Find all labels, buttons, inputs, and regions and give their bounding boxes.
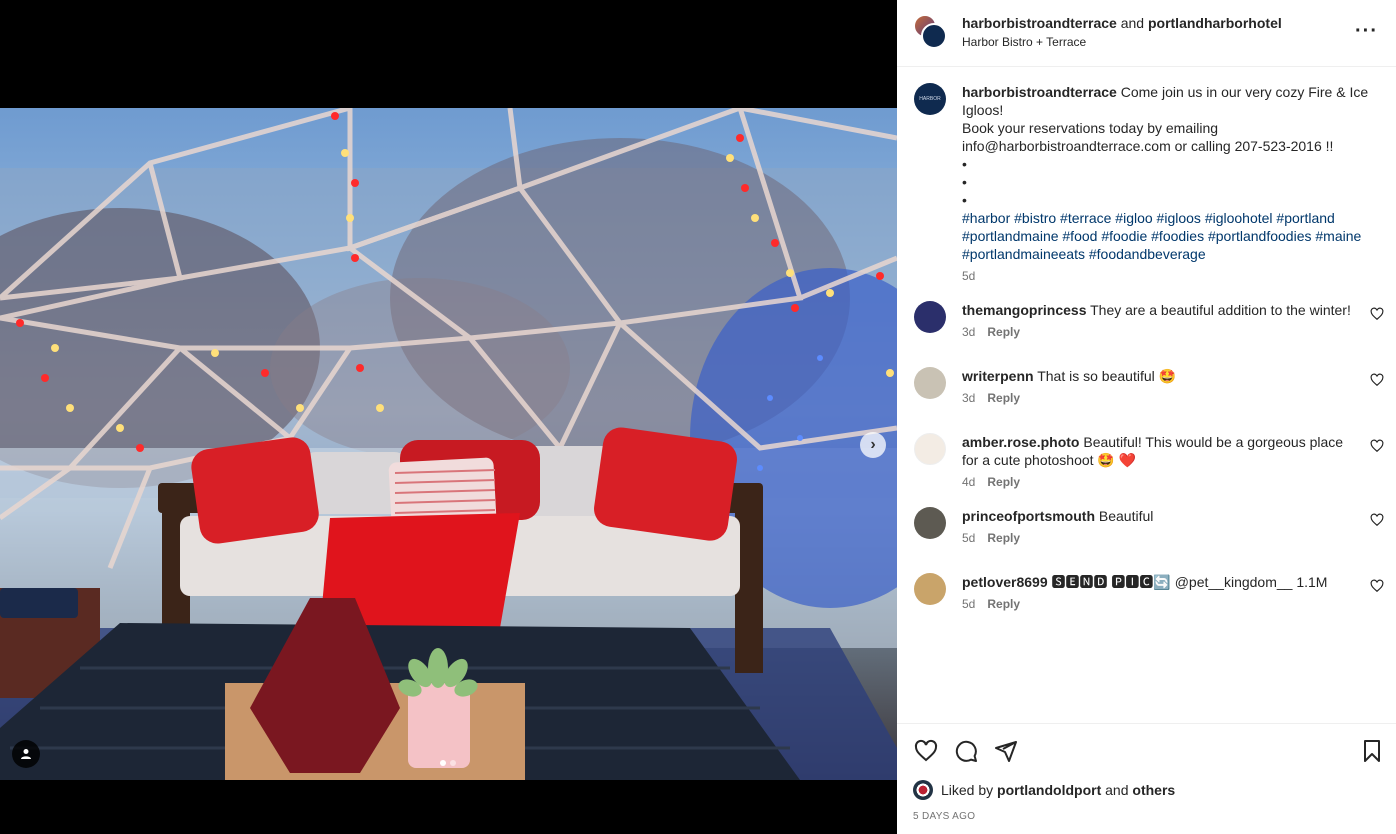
like-heart-icon[interactable] [914,739,938,763]
avatar[interactable] [914,301,946,333]
comment: themangoprincess They are a beautiful ad… [897,301,1396,349]
caption-bullet: • [962,156,967,172]
comment-username[interactable]: writerpenn [962,368,1034,384]
caption: HARBOR harborbistroandterrace Come join … [897,67,1396,283]
caption-line-2: Book your reservations today by emailing… [962,120,1334,154]
heart-icon[interactable] [1370,307,1384,321]
heart-icon[interactable] [1370,579,1384,593]
avatar[interactable] [913,780,933,800]
post-detail-panel: harborbistroandterrace and portlandharbo… [897,0,1396,834]
avatar[interactable] [914,507,946,539]
comments-scroll[interactable]: HARBOR harborbistroandterrace Come join … [897,67,1396,723]
avatar[interactable] [914,367,946,399]
caption-hashtags[interactable]: #harbor #bistro #terrace #igloo #igloos … [962,209,1380,263]
reply-button[interactable]: Reply [987,531,1020,545]
heart-icon[interactable] [1370,513,1384,527]
liked-by-middle: and [1101,782,1133,798]
post-timestamp: 5 DAYS AGO [913,811,976,822]
comment-time: 4d [962,475,976,489]
collaborator-username[interactable]: portlandharborhotel [1148,15,1282,31]
heart-icon[interactable] [1370,373,1384,387]
liked-by-user[interactable]: portlandoldport [997,782,1101,798]
comment-text: 🆂🅴🅽🅳 🅿🅸🅲🔄 @pet__kingdom__ 1.1M [1047,574,1328,590]
comment-time: 5d [962,597,976,611]
carousel-dot [450,760,456,766]
tagged-users-button[interactable] [12,740,40,768]
liked-by: Liked by portlandoldport and others [913,780,1175,800]
comment: princeofportsmouth Beautiful 5d Reply [897,507,1396,555]
avatar[interactable] [914,573,946,605]
author-connector: and [1116,15,1148,31]
user-icon [21,749,31,759]
location-link[interactable]: Harbor Bistro + Terrace [962,35,1086,49]
igloo-scene [0,108,897,780]
comment-time: 5d [962,531,976,545]
heart-icon[interactable] [1370,439,1384,453]
post-photo[interactable] [0,108,897,780]
save-bookmark-icon[interactable] [1360,739,1384,763]
liked-by-others[interactable]: others [1132,782,1175,798]
avatar[interactable]: HARBOR [914,83,946,115]
collab-avatars[interactable] [913,14,949,50]
author-names: harborbistroandterrace and portlandharbo… [962,15,1282,31]
reply-button[interactable]: Reply [987,597,1020,611]
comment-bubble-icon[interactable] [954,739,978,763]
carousel-next-button[interactable]: › [860,432,886,458]
reply-button[interactable]: Reply [987,391,1020,405]
comment-time: 3d [962,391,976,405]
author-username[interactable]: harborbistroandterrace [962,15,1117,31]
caption-time: 5d [962,269,976,283]
caption-username[interactable]: harborbistroandterrace [962,84,1117,100]
more-options-icon[interactable]: ··· [1355,20,1378,43]
comment: writerpenn That is so beautiful 🤩 3d Repl… [897,367,1396,415]
carousel-indicator [440,760,456,766]
caption-bullet: • [962,192,967,208]
comment-username[interactable]: themangoprincess [962,302,1086,318]
share-send-icon[interactable] [994,739,1018,763]
caption-text: harborbistroandterrace Come join us in o… [962,83,1380,263]
post-media: › [0,0,897,834]
comment-time: 3d [962,325,976,339]
comment-text: They are a beautiful addition to the win… [1086,302,1351,318]
comment-username[interactable]: amber.rose.photo [962,434,1079,450]
caption-bullet: • [962,174,967,190]
comment-text: Beautiful [1095,508,1154,524]
comment-username[interactable]: petlover8699 [962,574,1048,590]
comment-username[interactable]: princeofportsmouth [962,508,1095,524]
avatar[interactable] [914,433,946,465]
reply-button[interactable]: Reply [987,475,1020,489]
comment: amber.rose.photo Beautiful! This would b… [897,433,1396,489]
post-header: harborbistroandterrace and portlandharbo… [897,0,1396,67]
comment: petlover8699 🆂🅴🅽🅳 🅿🅸🅲🔄 @pet__kingdom__ 1… [897,573,1396,621]
avatar [921,23,947,49]
comment-text: That is so beautiful 🤩 [1033,368,1177,384]
carousel-dot-active [440,760,446,766]
reply-button[interactable]: Reply [987,325,1020,339]
liked-by-prefix: Liked by [941,782,998,798]
